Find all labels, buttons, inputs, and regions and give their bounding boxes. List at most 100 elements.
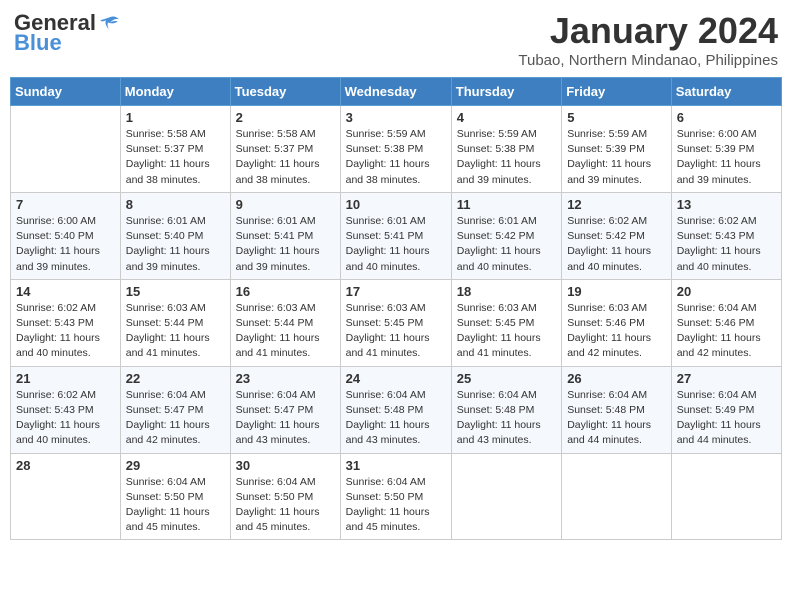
day-number: 6 — [677, 110, 776, 125]
day-info: Sunrise: 6:02 AMSunset: 5:43 PMDaylight:… — [16, 388, 115, 449]
day-info: Sunrise: 6:02 AMSunset: 5:43 PMDaylight:… — [677, 214, 776, 275]
day-number: 31 — [346, 458, 446, 473]
calendar-cell: 14 Sunrise: 6:02 AMSunset: 5:43 PMDayligh… — [11, 279, 121, 366]
calendar-cell: 21 Sunrise: 6:02 AMSunset: 5:43 PMDayligh… — [11, 366, 121, 453]
calendar-cell: 28 — [11, 453, 121, 540]
day-number: 13 — [677, 197, 776, 212]
calendar-week-row: 28 29 Sunrise: 6:04 AMSunset: 5:50 PMDayli… — [11, 453, 782, 540]
col-sunday: Sunday — [11, 78, 121, 106]
calendar-cell: 7 Sunrise: 6:00 AMSunset: 5:40 PMDaylight… — [11, 192, 121, 279]
day-info: Sunrise: 6:04 AMSunset: 5:48 PMDaylight:… — [346, 388, 446, 449]
day-info: Sunrise: 6:01 AMSunset: 5:42 PMDaylight:… — [457, 214, 556, 275]
day-number: 16 — [236, 284, 335, 299]
day-number: 27 — [677, 371, 776, 386]
calendar-cell: 17 Sunrise: 6:03 AMSunset: 5:45 PMDayligh… — [340, 279, 451, 366]
day-number: 1 — [126, 110, 225, 125]
calendar-header-row: Sunday Monday Tuesday Wednesday Thursday… — [11, 78, 782, 106]
calendar-week-row: 21 Sunrise: 6:02 AMSunset: 5:43 PMDayligh… — [11, 366, 782, 453]
calendar-cell: 12 Sunrise: 6:02 AMSunset: 5:42 PMDayligh… — [562, 192, 672, 279]
day-number: 9 — [236, 197, 335, 212]
day-number: 23 — [236, 371, 335, 386]
day-number: 14 — [16, 284, 115, 299]
calendar-cell: 18 Sunrise: 6:03 AMSunset: 5:45 PMDayligh… — [451, 279, 561, 366]
day-info: Sunrise: 6:00 AMSunset: 5:39 PMDaylight:… — [677, 127, 776, 188]
title-block: January 2024 Tubao, Northern Mindanao, P… — [518, 10, 778, 69]
calendar-week-row: 1 Sunrise: 5:58 AMSunset: 5:37 PMDaylight… — [11, 106, 782, 193]
day-number: 22 — [126, 371, 225, 386]
day-info: Sunrise: 6:02 AMSunset: 5:43 PMDaylight:… — [16, 301, 115, 362]
calendar-cell: 22 Sunrise: 6:04 AMSunset: 5:47 PMDayligh… — [120, 366, 230, 453]
day-number: 18 — [457, 284, 556, 299]
day-number: 30 — [236, 458, 335, 473]
page-header: General Blue January 2024 Tubao, Norther… — [10, 10, 782, 69]
calendar-week-row: 7 Sunrise: 6:00 AMSunset: 5:40 PMDaylight… — [11, 192, 782, 279]
logo-blue-text: Blue — [14, 30, 62, 56]
calendar-cell: 16 Sunrise: 6:03 AMSunset: 5:44 PMDayligh… — [230, 279, 340, 366]
day-info: Sunrise: 6:03 AMSunset: 5:44 PMDaylight:… — [236, 301, 335, 362]
day-info: Sunrise: 6:03 AMSunset: 5:45 PMDaylight:… — [457, 301, 556, 362]
day-number: 10 — [346, 197, 446, 212]
day-info: Sunrise: 6:04 AMSunset: 5:46 PMDaylight:… — [677, 301, 776, 362]
day-info: Sunrise: 6:04 AMSunset: 5:48 PMDaylight:… — [567, 388, 666, 449]
day-number: 24 — [346, 371, 446, 386]
day-number: 21 — [16, 371, 115, 386]
day-number: 5 — [567, 110, 666, 125]
calendar-cell — [562, 453, 672, 540]
day-info: Sunrise: 5:58 AMSunset: 5:37 PMDaylight:… — [236, 127, 335, 188]
calendar-cell — [451, 453, 561, 540]
day-info: Sunrise: 6:04 AMSunset: 5:47 PMDaylight:… — [126, 388, 225, 449]
day-info: Sunrise: 6:00 AMSunset: 5:40 PMDaylight:… — [16, 214, 115, 275]
calendar-cell: 25 Sunrise: 6:04 AMSunset: 5:48 PMDayligh… — [451, 366, 561, 453]
day-info: Sunrise: 6:04 AMSunset: 5:50 PMDaylight:… — [126, 475, 225, 536]
col-saturday: Saturday — [671, 78, 781, 106]
col-friday: Friday — [562, 78, 672, 106]
col-thursday: Thursday — [451, 78, 561, 106]
day-number: 8 — [126, 197, 225, 212]
col-wednesday: Wednesday — [340, 78, 451, 106]
calendar-cell: 8Sunrise: 6:01 AMSunset: 5:40 PMDaylight… — [120, 192, 230, 279]
day-number: 7 — [16, 197, 115, 212]
calendar-cell: 4Sunrise: 5:59 AMSunset: 5:38 PMDaylight… — [451, 106, 561, 193]
calendar-week-row: 14 Sunrise: 6:02 AMSunset: 5:43 PMDayligh… — [11, 279, 782, 366]
calendar-cell: 24 Sunrise: 6:04 AMSunset: 5:48 PMDayligh… — [340, 366, 451, 453]
calendar-cell: 29 Sunrise: 6:04 AMSunset: 5:50 PMDayligh… — [120, 453, 230, 540]
day-number: 11 — [457, 197, 556, 212]
day-number: 3 — [346, 110, 446, 125]
day-number: 25 — [457, 371, 556, 386]
day-number: 2 — [236, 110, 335, 125]
day-info: Sunrise: 6:01 AMSunset: 5:41 PMDaylight:… — [236, 214, 335, 275]
day-info: Sunrise: 6:04 AMSunset: 5:49 PMDaylight:… — [677, 388, 776, 449]
calendar-cell: 10 Sunrise: 6:01 AMSunset: 5:41 PMDayligh… — [340, 192, 451, 279]
day-number: 29 — [126, 458, 225, 473]
day-info: Sunrise: 5:59 AMSunset: 5:39 PMDaylight:… — [567, 127, 666, 188]
day-info: Sunrise: 6:04 AMSunset: 5:47 PMDaylight:… — [236, 388, 335, 449]
calendar-cell — [11, 106, 121, 193]
calendar-cell: 15Sunrise: 6:03 AMSunset: 5:44 PMDayligh… — [120, 279, 230, 366]
calendar-cell: 30 Sunrise: 6:04 AMSunset: 5:50 PMDayligh… — [230, 453, 340, 540]
calendar-cell: 31 Sunrise: 6:04 AMSunset: 5:50 PMDayligh… — [340, 453, 451, 540]
day-info: Sunrise: 6:03 AMSunset: 5:46 PMDaylight:… — [567, 301, 666, 362]
day-info: Sunrise: 6:04 AMSunset: 5:48 PMDaylight:… — [457, 388, 556, 449]
calendar-cell: 5 Sunrise: 5:59 AMSunset: 5:39 PMDaylight… — [562, 106, 672, 193]
day-info: Sunrise: 6:03 AMSunset: 5:45 PMDaylight:… — [346, 301, 446, 362]
day-info: Sunrise: 6:03 AMSunset: 5:44 PMDaylight:… — [126, 301, 225, 362]
day-number: 12 — [567, 197, 666, 212]
month-title: January 2024 — [518, 10, 778, 52]
day-info: Sunrise: 5:58 AMSunset: 5:37 PMDaylight:… — [126, 127, 225, 188]
day-info: Sunrise: 6:04 AMSunset: 5:50 PMDaylight:… — [346, 475, 446, 536]
day-info: Sunrise: 6:04 AMSunset: 5:50 PMDaylight:… — [236, 475, 335, 536]
calendar-cell: 19Sunrise: 6:03 AMSunset: 5:46 PMDayligh… — [562, 279, 672, 366]
day-info: Sunrise: 6:01 AMSunset: 5:41 PMDaylight:… — [346, 214, 446, 275]
calendar-cell: 26 Sunrise: 6:04 AMSunset: 5:48 PMDayligh… — [562, 366, 672, 453]
location-title: Tubao, Northern Mindanao, Philippines — [518, 52, 778, 69]
day-number: 17 — [346, 284, 446, 299]
calendar-cell: 20 Sunrise: 6:04 AMSunset: 5:46 PMDayligh… — [671, 279, 781, 366]
calendar-cell: 11 Sunrise: 6:01 AMSunset: 5:42 PMDayligh… — [451, 192, 561, 279]
day-info: Sunrise: 6:02 AMSunset: 5:42 PMDaylight:… — [567, 214, 666, 275]
day-number: 20 — [677, 284, 776, 299]
day-number: 26 — [567, 371, 666, 386]
calendar-cell: 6 Sunrise: 6:00 AMSunset: 5:39 PMDaylight… — [671, 106, 781, 193]
col-monday: Monday — [120, 78, 230, 106]
calendar-cell: 27 Sunrise: 6:04 AMSunset: 5:49 PMDayligh… — [671, 366, 781, 453]
day-number: 28 — [16, 458, 115, 473]
